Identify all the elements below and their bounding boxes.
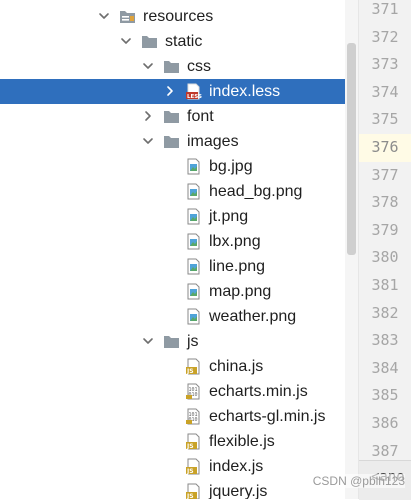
project-tree: resources static css LESS index.less font imag… [0,0,358,499]
line-number: 386 [371,414,399,432]
line-number: 376 [359,134,411,162]
line-number: 371 [371,0,399,18]
folder-icon [163,333,180,350]
tree-item-label: line.png [209,258,266,275]
svg-text:JS: JS [186,493,194,499]
less-file-icon: LESS [185,83,202,100]
watermark: CSDN @pblh123 [312,474,405,488]
tree-item-label: map.png [209,283,272,300]
tree-item-echarts-min-js[interactable]: 101 010 echarts.min.js [0,379,358,404]
tree-item-label: font [187,108,214,125]
tree-item-head-bg-png[interactable]: head_bg.png [0,179,358,204]
image-file-icon [185,258,202,275]
binary-file-icon: 101 010 [185,408,202,425]
line-number-gutter: 371 372 373 374 375 376 377 378 379 380 381 382 383 3… [359,0,411,499]
binary-file-icon: 101 010 [185,383,202,400]
tree-item-label: flexible.js [209,433,275,450]
tree-item-label: jt.png [209,208,249,225]
chevron-down-icon[interactable] [142,335,154,347]
chevron-right-icon[interactable] [142,110,154,122]
js-file-icon: JS [185,483,202,499]
tree-item-label: echarts-gl.min.js [209,408,326,425]
folder-icon [163,108,180,125]
image-file-icon [185,158,202,175]
tree-item-label: weather.png [209,308,297,325]
tree-item-jt-png[interactable]: jt.png [0,204,358,229]
tree-item-china-js[interactable]: JS china.js [0,354,358,379]
tree-item-label: js [187,333,199,350]
tree-item-map-png[interactable]: map.png [0,279,358,304]
chevron-down-icon[interactable] [142,60,154,72]
chevron-right-icon[interactable] [164,85,176,97]
tree-item-label: lbx.png [209,233,261,250]
folder-icon [163,133,180,150]
tree-item-label: china.js [209,358,264,375]
tree-item-index-js[interactable]: JS index.js [0,454,358,479]
line-number: 383 [371,331,399,350]
tree-scrollbar-thumb[interactable] [347,43,356,255]
line-number: 374 [371,82,399,101]
tree-item-echarts-gl-min-js[interactable]: 101 010 echarts-gl.min.js [0,404,358,429]
tree-item-resources[interactable]: resources [0,4,358,29]
line-number: 379 [371,220,399,239]
svg-text:JS: JS [186,368,194,375]
folder-icon [141,33,158,50]
folder-icon [163,58,180,75]
js-file-icon: JS [185,433,202,450]
line-number: 381 [371,276,399,294]
svg-text:LESS: LESS [187,94,202,100]
tree-item-bg-jpg[interactable]: bg.jpg [0,154,358,179]
image-file-icon [185,183,202,200]
tree-item-label: bg.jpg [209,158,253,175]
image-file-icon [185,233,202,250]
line-number: 382 [371,303,399,322]
tree-item-static[interactable]: static [0,29,358,54]
image-file-icon [185,283,202,300]
chevron-down-icon[interactable] [98,10,110,22]
chevron-down-icon[interactable] [120,35,132,47]
line-number: 378 [371,193,399,212]
line-number: 377 [371,165,399,184]
folder-icon [119,8,136,25]
line-number: 375 [371,110,399,129]
image-file-icon [185,308,202,325]
tree-item-label: index.js [209,458,264,475]
line-number: 373 [371,55,399,74]
line-number: 380 [371,248,399,267]
svg-text:JS: JS [186,468,194,475]
line-number: 372 [371,27,399,46]
tree-item-label: images [187,133,239,150]
tree-item-weather-png[interactable]: weather.png [0,304,358,329]
line-number: 385 [371,386,399,405]
tree-item-font[interactable]: font [0,104,358,129]
js-file-icon: JS [185,458,202,475]
js-file-icon: JS [185,358,202,375]
tree-item-label: resources [143,8,214,25]
svg-text:JS: JS [186,443,194,450]
tree-item-label: static [165,33,203,50]
tree-item-index-less[interactable]: LESS index.less [0,79,358,104]
tree-item-flexible-js[interactable]: JS flexible.js [0,429,358,454]
tree-item-css[interactable]: css [0,54,358,79]
line-number: 384 [371,358,399,377]
tree-item-label: css [187,58,211,75]
chevron-down-icon[interactable] [142,135,154,147]
tree-item-lbx-png[interactable]: lbx.png [0,229,358,254]
tree-item-label: echarts.min.js [209,383,308,400]
tree-item-images[interactable]: images [0,129,358,154]
tree-item-label: head_bg.png [209,183,303,200]
tree-item-jquery-js[interactable]: JS jquery.js [0,479,358,499]
image-file-icon [185,208,202,225]
tree-item-line-png[interactable]: line.png [0,254,358,279]
tree-item-label: index.less [209,83,281,100]
tree-item-label: jquery.js [209,483,268,499]
tree-item-js[interactable]: js [0,329,358,354]
